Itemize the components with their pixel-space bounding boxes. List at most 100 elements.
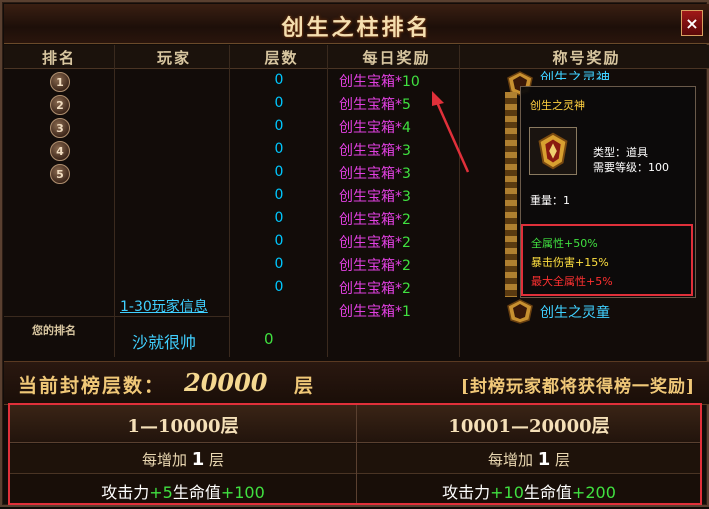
title-emblem-icon [538, 132, 568, 170]
daily-reward-cell[interactable]: 创生宝箱*1 [339, 301, 411, 321]
per-number: 1 [537, 449, 551, 470]
reward-quantity: 1 [402, 304, 411, 320]
bonus-range: 10001—20000层 [448, 416, 610, 437]
reward-multiplier: * [395, 258, 402, 274]
rank-badge-icon: 1 [50, 72, 70, 92]
reward-quantity: 2 [402, 258, 411, 274]
daily-reward-cell[interactable]: 创生宝箱*2 [339, 255, 411, 275]
reward-item-name: 创生宝箱 [339, 74, 395, 90]
reward-item-name: 创生宝箱 [339, 304, 395, 320]
table-header: 排名 玩家 层数 每日奖励 称号奖励 [4, 45, 709, 69]
rank-badge-icon: 4 [50, 141, 70, 161]
attack-value: +10 [490, 483, 524, 502]
daily-reward-cell[interactable]: 创生宝箱*4 [339, 117, 411, 137]
reward-quantity: 3 [402, 189, 411, 205]
reward-quantity: 5 [402, 97, 411, 113]
column-title-reward: 称号奖励 [552, 49, 621, 67]
floor-cell: 0 [274, 118, 284, 134]
reward-quantity: 2 [402, 281, 411, 297]
column-player: 玩家 [156, 49, 191, 67]
my-player-name: 沙就很帅 [132, 333, 197, 352]
bonus-stats: 攻击力+5生命值+100 [10, 479, 356, 503]
bonus-per-row: 每增加 1 层 每增加 1 层 [10, 444, 700, 474]
reward-item-name: 创生宝箱 [339, 120, 395, 136]
daily-reward-cell[interactable]: 创生宝箱*3 [339, 163, 411, 183]
daily-reward-cell[interactable]: 创生宝箱*3 [339, 140, 411, 160]
reward-multiplier: * [395, 189, 402, 205]
bonus-per-floor: 每增加 1 层 [10, 449, 356, 470]
column-floor: 层数 [264, 49, 299, 67]
daily-reward-cell[interactable]: 创生宝箱*2 [339, 209, 411, 229]
reward-quantity: 3 [402, 143, 411, 159]
seal-floor-label: 当前封榜层数： [18, 375, 166, 397]
floor-cell: 0 [274, 95, 284, 111]
title-reward-bottom[interactable]: 创生之灵童 [540, 302, 610, 322]
hp-label: 生命值 [172, 483, 221, 502]
per-prefix: 每增加 [141, 451, 187, 469]
reward-item-name: 创生宝箱 [339, 212, 395, 228]
daily-reward-cell[interactable]: 创生宝箱*10 [339, 71, 420, 91]
floor-cell: 0 [274, 164, 284, 180]
floor-cell: 0 [274, 187, 284, 203]
rank-badge-icon: 5 [50, 164, 70, 184]
hp-value: +200 [571, 483, 616, 502]
reward-item-name: 创生宝箱 [339, 258, 395, 274]
attack-label: 攻击力 [101, 483, 150, 502]
floor-cell: 0 [274, 141, 284, 157]
floor-cell: 0 [274, 72, 284, 88]
per-prefix: 每增加 [487, 451, 533, 469]
tooltip-weight: 重量：1 [530, 194, 570, 207]
reward-quantity: 2 [402, 235, 411, 251]
reward-quantity: 4 [402, 120, 411, 136]
bonus-range: 1—10000层 [127, 416, 239, 437]
player-info-link[interactable]: 1-30玩家信息 [120, 296, 208, 316]
tooltip-stat: 全属性+50% [531, 237, 598, 250]
column-divider [356, 405, 357, 503]
reward-multiplier: * [395, 281, 402, 297]
window-title: 创生之柱排名 [281, 15, 432, 41]
bonus-per-floor: 每增加 1 层 [356, 449, 702, 470]
my-rank-label: 您的排名 [32, 324, 76, 337]
title-reward-top[interactable]: 创生之灵神 [540, 68, 610, 80]
reward-multiplier: * [395, 120, 402, 136]
chain-decoration [505, 92, 517, 297]
reward-multiplier: * [395, 97, 402, 113]
attack-value: +5 [149, 483, 173, 502]
tooltip-stats-box: 全属性+50% 暴击伤害+15% 最大全属性+5% [521, 224, 693, 296]
per-unit: 层 [555, 451, 571, 469]
reward-item-name: 创生宝箱 [339, 143, 395, 159]
daily-reward-cell[interactable]: 创生宝箱*2 [339, 232, 411, 252]
attack-label: 攻击力 [442, 483, 491, 502]
daily-reward-cell[interactable]: 创生宝箱*3 [339, 186, 411, 206]
seal-floor-bar: 当前封榜层数： 20000 层 [封榜玩家都将获得榜一奖励] [4, 361, 709, 405]
tooltip-item-slot [529, 127, 577, 175]
hp-label: 生命值 [523, 483, 572, 502]
floor-bonus-table: 1—10000层 10001—20000层 每增加 1 层 每增加 1 层 攻击… [8, 403, 702, 505]
close-button[interactable]: × [681, 10, 703, 36]
per-unit: 层 [209, 451, 225, 469]
reward-item-name: 创生宝箱 [339, 97, 395, 113]
floor-cell: 0 [274, 279, 284, 295]
reward-item-name: 创生宝箱 [339, 281, 395, 297]
hp-value: +100 [220, 483, 265, 502]
daily-reward-cell[interactable]: 创生宝箱*2 [339, 278, 411, 298]
item-tooltip: 创生之灵神 类型：道具 需要等级：100 重量：1 全属性+50% 暴击伤害+1… [520, 86, 696, 298]
title-bar: 创生之柱排名 × [4, 4, 709, 44]
reward-multiplier: * [395, 304, 402, 320]
reward-quantity: 10 [402, 74, 420, 90]
my-floor: 0 [264, 330, 274, 348]
rank-badge-icon: 3 [50, 118, 70, 138]
tooltip-stat: 最大全属性+5% [531, 275, 613, 288]
reward-item-name: 创生宝箱 [339, 235, 395, 251]
reward-item-name: 创生宝箱 [339, 189, 395, 205]
reward-multiplier: * [395, 166, 402, 182]
reward-multiplier: * [395, 74, 402, 90]
reward-multiplier: * [395, 212, 402, 228]
title-badge-icon [507, 299, 533, 324]
reward-quantity: 3 [402, 166, 411, 182]
reward-multiplier: * [395, 143, 402, 159]
bonus-stat-row: 攻击力+5生命值+100 攻击力+10生命值+200 [10, 475, 700, 503]
column-rank: 排名 [41, 49, 76, 67]
daily-reward-cell[interactable]: 创生宝箱*5 [339, 94, 411, 114]
divider [4, 316, 114, 317]
